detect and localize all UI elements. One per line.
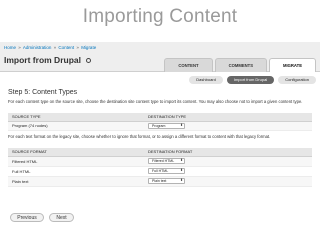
select-value: Program [152,123,166,128]
content-types-description: For each content type on the source site… [8,99,303,104]
select-arrow-icon: ⬍ [180,168,183,173]
tab-migrate[interactable]: MIGRATE [269,58,316,72]
destination-format-select[interactable]: Plain text ⬍ [148,178,185,184]
tab-comments[interactable]: COMMENTS [214,58,267,72]
destination-format-cell: Filtered HTML ⬍ [144,156,312,167]
source-format-cell: Full HTML [8,166,144,177]
secondary-tabs: Dashboard Import from Drupal Configurati… [189,76,316,84]
column-header-source-type: SOURCE TYPE [8,113,144,122]
select-value: Filtered HTML [152,159,175,163]
subtab-configuration[interactable]: Configuration [278,76,316,84]
source-format-cell: Plain text [8,176,144,187]
content-types-table: SOURCE TYPE DESTINATION TYPE Program (74… [8,113,312,131]
page-title-text: Import from Drupal [4,55,81,65]
table-row: Program (74 nodes) Program ⬍ [8,121,312,131]
destination-type-select[interactable]: Program ⬍ [148,122,185,129]
destination-format-select[interactable]: Filtered HTML ⬍ [148,158,185,164]
destination-format-cell: Plain text ⬍ [144,176,312,187]
column-header-source-format: SOURCE FORMAT [8,148,144,157]
select-arrow-icon: ⬍ [180,158,183,163]
breadcrumb: Home » Administration » Content » Migrat… [4,45,96,50]
gear-icon[interactable] [85,58,91,63]
subtab-dashboard[interactable]: Dashboard [189,76,223,84]
step-heading: Step 5: Content Types [8,89,78,96]
column-header-destination-format: DESTINATION FORMAT [144,148,312,157]
breadcrumb-separator: » [76,45,79,50]
source-format-cell: Filtered HTML [8,156,144,167]
destination-type-cell: Program ⬍ [144,121,312,131]
primary-tabs: CONTENT COMMENTS MIGRATE [164,58,316,72]
next-button[interactable]: Next [49,213,74,222]
select-arrow-icon: ⬍ [180,178,183,183]
tab-content[interactable]: CONTENT [164,58,213,72]
table-row: Full HTML Full HTML ⬍ [8,166,312,177]
select-arrow-icon: ⬍ [180,122,183,127]
breadcrumb-home[interactable]: Home [4,45,16,50]
source-type-cell: Program (74 nodes) [8,121,144,131]
text-formats-description: For each text format on the legacy site,… [8,134,271,139]
previous-button[interactable]: Previous [10,213,44,222]
destination-format-select[interactable]: Full HTML ⬍ [148,168,185,174]
table-row: Plain text Plain text ⬍ [8,176,312,187]
breadcrumb-migrate[interactable]: Migrate [81,45,96,50]
text-formats-table: SOURCE FORMAT DESTINATION FORMAT Filtere… [8,148,312,187]
breadcrumb-administration[interactable]: Administration [23,45,52,50]
breadcrumb-separator: » [18,45,21,50]
select-value: Full HTML [152,169,169,173]
admin-header: Home » Administration » Content » Migrat… [0,42,320,72]
table-row: Filtered HTML Filtered HTML ⬍ [8,156,312,167]
destination-format-cell: Full HTML ⬍ [144,166,312,177]
breadcrumb-separator: » [53,45,57,50]
page-title: Import from Drupal [4,55,91,65]
column-header-destination-type: DESTINATION TYPE [144,113,312,122]
slide-title: Importing Content [82,6,238,27]
select-value: Plain text [152,179,167,183]
breadcrumb-content[interactable]: Content [58,45,74,50]
subtab-import-from-drupal[interactable]: Import from Drupal [226,76,275,84]
